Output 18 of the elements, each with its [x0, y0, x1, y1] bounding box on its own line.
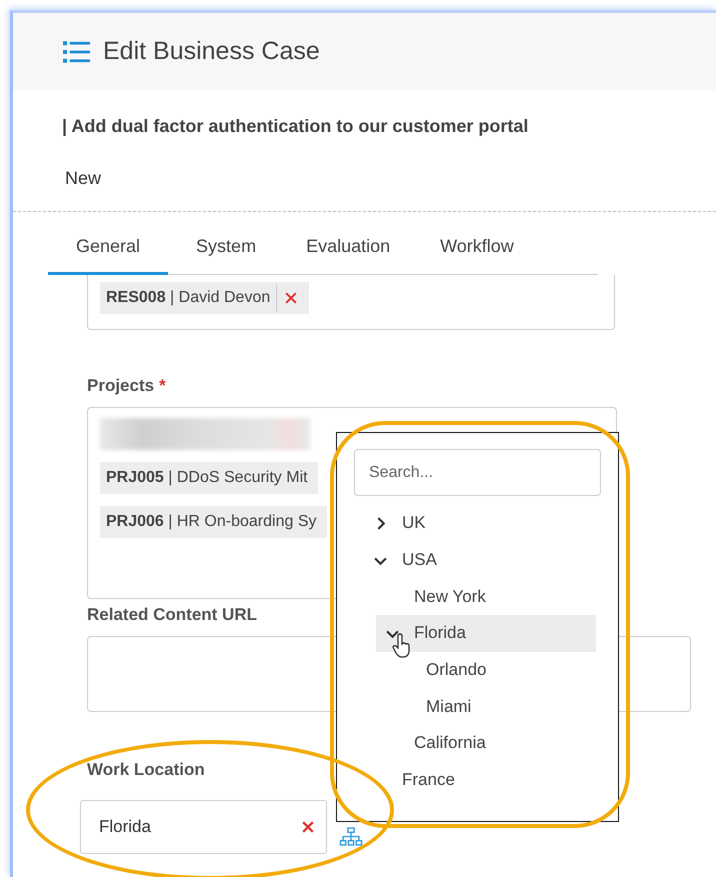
tree-label: USA	[402, 550, 437, 570]
window-title: Edit Business Case	[103, 37, 320, 66]
chip-label: PRJ005 | DDoS Security Mit	[106, 469, 308, 487]
tree-label: France	[402, 770, 455, 790]
field-label: Projects	[87, 376, 154, 396]
tree-label: New York	[414, 586, 486, 607]
field-label: Work Location	[87, 760, 205, 780]
tree-label: Florida	[414, 623, 466, 644]
tree-label: Miami	[426, 696, 472, 717]
tree-label: California	[414, 733, 486, 754]
required-mark: *	[159, 376, 166, 396]
record-title: | Add dual factor authentication to our customer portal	[62, 116, 530, 137]
chip-label: RES008 | David Devon	[106, 289, 272, 307]
tree-label: UK	[402, 513, 426, 534]
record-status: New	[65, 168, 102, 189]
tree-label: Orlando	[426, 660, 486, 680]
chip-label: PRJ006 | HR On-boarding Sy	[106, 513, 316, 531]
field-label: Related Content URL	[87, 605, 257, 625]
